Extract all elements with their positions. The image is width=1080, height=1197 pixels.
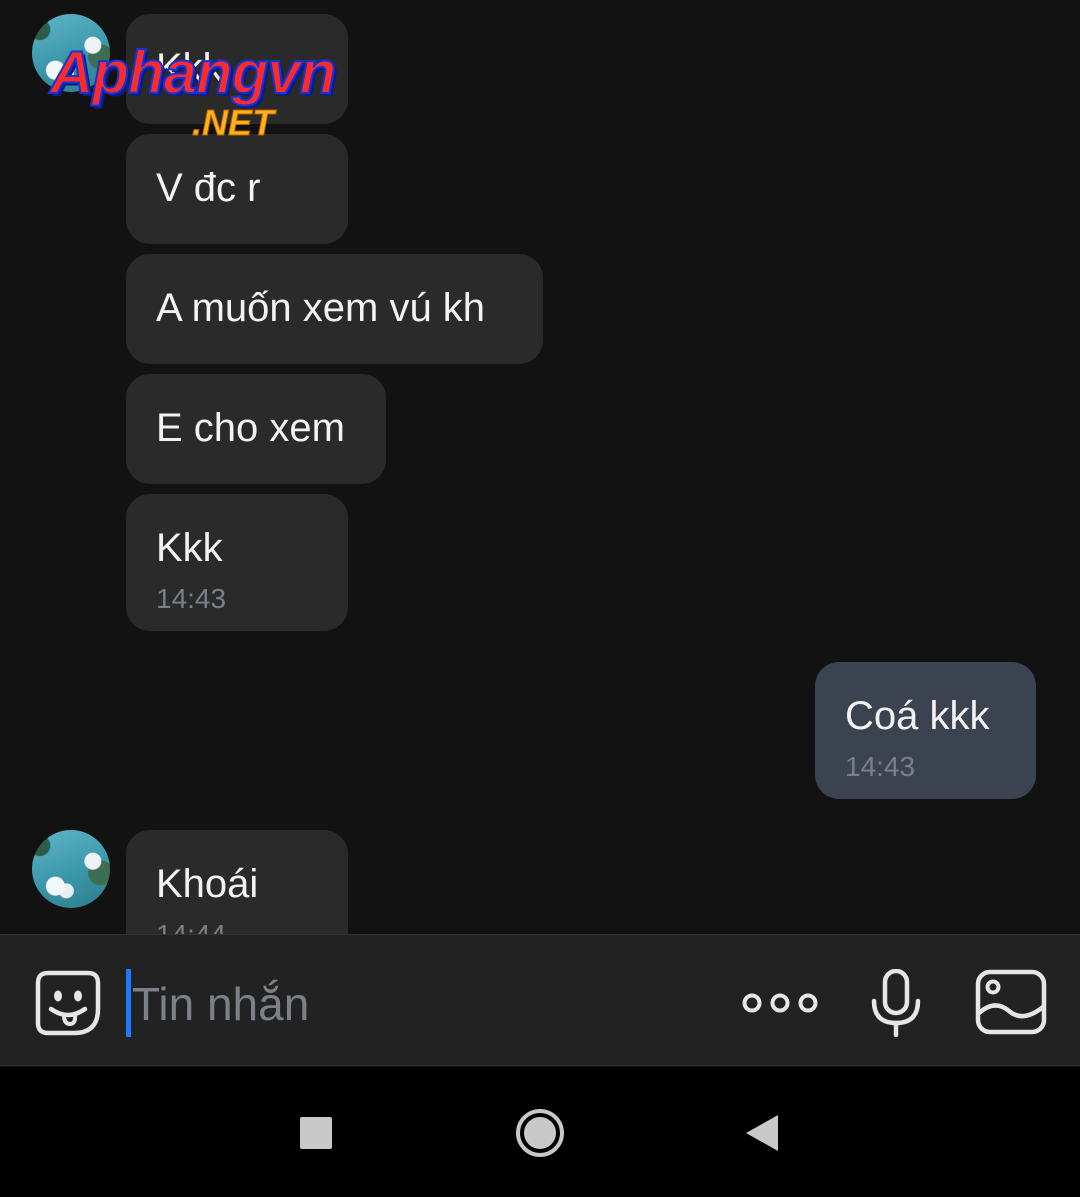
message-list[interactable]: Kkk V đc r A muốn xem vú kh E cho xem Kk… bbox=[0, 0, 1080, 934]
message-bubble-incoming[interactable]: A muốn xem vú kh bbox=[126, 254, 543, 364]
message-timestamp: 14:43 bbox=[845, 751, 916, 782]
image-gallery-icon[interactable] bbox=[975, 969, 1047, 1037]
message-text: Kkk bbox=[156, 46, 223, 90]
message-timestamp: 14:43 bbox=[156, 583, 227, 614]
nav-home-circle-icon[interactable] bbox=[514, 1107, 566, 1159]
message-text: E cho xem bbox=[156, 406, 345, 450]
message-composer: Tin nhắn bbox=[0, 934, 1080, 1066]
contact-avatar[interactable] bbox=[32, 830, 110, 908]
message-text: Khoái bbox=[156, 862, 259, 906]
message-input-placeholder: Tin nhắn bbox=[132, 978, 310, 1030]
message-bubble-incoming[interactable]: Kkk 14:43 bbox=[126, 494, 348, 631]
system-navigation-bar bbox=[0, 1067, 1080, 1197]
message-timestamp: 14:44 bbox=[156, 918, 318, 934]
message-text: Kkk bbox=[156, 526, 223, 570]
text-caret bbox=[126, 969, 131, 1037]
message-bubble-incoming[interactable]: Khoái 14:44 bbox=[126, 830, 348, 934]
message-bubble-outgoing[interactable]: Coá kkk 14:43 bbox=[815, 662, 1036, 799]
chat-screen: Kkk V đc r A muốn xem vú kh E cho xem Kk… bbox=[0, 0, 1080, 1197]
message-bubble-incoming[interactable]: Kkk bbox=[126, 14, 348, 124]
nav-recents-square-icon[interactable] bbox=[290, 1107, 342, 1159]
message-text: Coá kkk bbox=[845, 694, 990, 738]
contact-avatar[interactable] bbox=[32, 14, 110, 92]
sticker-emoji-icon[interactable] bbox=[34, 969, 102, 1037]
message-text: A muốn xem vú kh bbox=[156, 286, 486, 330]
message-text: V đc r bbox=[156, 166, 261, 210]
nav-back-triangle-icon[interactable] bbox=[738, 1107, 790, 1159]
message-input[interactable]: Tin nhắn bbox=[126, 969, 686, 1037]
message-bubble-incoming[interactable]: E cho xem bbox=[126, 374, 386, 484]
more-dots-icon[interactable] bbox=[742, 969, 818, 1037]
microphone-icon[interactable] bbox=[862, 968, 930, 1038]
message-bubble-incoming[interactable]: V đc r bbox=[126, 134, 348, 244]
